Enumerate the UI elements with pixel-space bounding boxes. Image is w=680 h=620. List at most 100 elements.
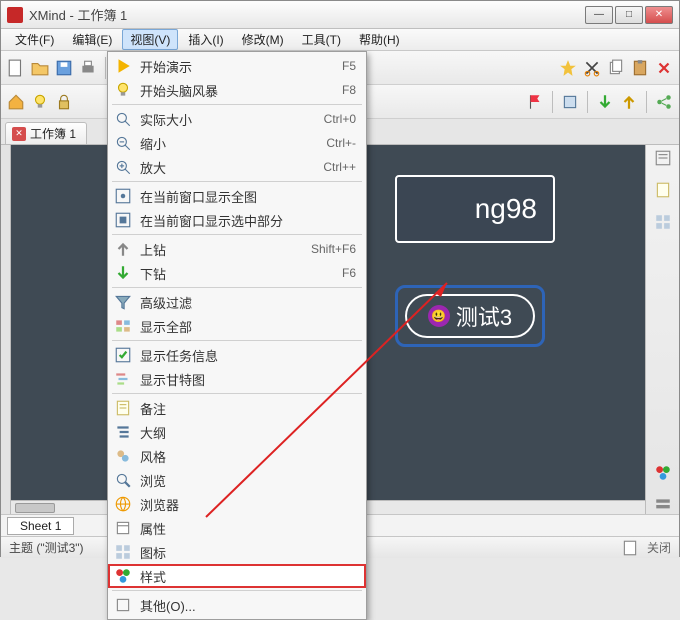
mindmap-root-node[interactable]: ng98 (395, 175, 555, 243)
save-icon[interactable] (55, 59, 73, 77)
menu-item-fit-sel[interactable]: 在当前窗口显示选中部分 (108, 208, 366, 232)
zoom-reset-icon (114, 110, 132, 128)
sheet-tab-label: Sheet 1 (20, 519, 61, 533)
left-gutter (1, 145, 11, 514)
close-button[interactable]: ✕ (645, 6, 673, 24)
menu-item-label: 样式 (140, 567, 348, 586)
fit-sel-icon (114, 211, 132, 229)
menu-insert[interactable]: 插入(I) (180, 29, 231, 50)
menu-tools[interactable]: 工具(T) (294, 29, 349, 50)
doc-tab-close-icon[interactable]: ✕ (12, 127, 26, 141)
lock-icon[interactable] (55, 93, 73, 111)
panel-note-icon[interactable] (654, 181, 672, 199)
toolbar-sep (646, 91, 647, 113)
menu-item-browse[interactable]: 浏览 (108, 468, 366, 492)
minimize-button[interactable]: — (585, 6, 613, 24)
star-icon[interactable] (559, 59, 577, 77)
menu-item-shortcut: F5 (342, 59, 356, 73)
menu-separator (112, 340, 362, 341)
menu-item-show-all[interactable]: 显示全部 (108, 314, 366, 338)
menu-item-note[interactable]: 备注 (108, 396, 366, 420)
menu-modify[interactable]: 修改(M) (234, 29, 292, 50)
menu-item-label: 备注 (140, 399, 348, 418)
bulb-icon (114, 81, 132, 99)
arrow-up-icon[interactable] (620, 93, 638, 111)
zoom-in-icon (114, 158, 132, 176)
menu-item-zoom-out[interactable]: 缩小Ctrl+- (108, 131, 366, 155)
toolbar-sep (587, 91, 588, 113)
zoom-out-icon (114, 134, 132, 152)
menu-item-fit-all[interactable]: 在当前窗口显示全图 (108, 184, 366, 208)
menu-item-outline[interactable]: 大纲 (108, 420, 366, 444)
menu-item-label: 图标 (140, 543, 348, 562)
menu-item-other[interactable]: 其他(O)... (108, 593, 366, 617)
menu-item-label: 风格 (140, 447, 348, 466)
delete-icon[interactable] (655, 59, 673, 77)
panel-outline-icon[interactable] (654, 149, 672, 167)
scrollbar-thumb[interactable] (15, 503, 55, 513)
menu-help[interactable]: 帮助(H) (351, 29, 408, 50)
paste-icon[interactable] (631, 59, 649, 77)
panel-style-icon[interactable] (654, 464, 672, 482)
mindmap-selected-node[interactable]: 😃 测试3 (395, 285, 545, 347)
status-close-label[interactable]: 关闭 (647, 539, 671, 556)
document-tab[interactable]: ✕ 工作簿 1 (5, 122, 87, 144)
menu-item-iconset[interactable]: 图标 (108, 540, 366, 564)
props-icon (114, 519, 132, 537)
play-icon (114, 57, 132, 75)
flag-icon[interactable] (526, 93, 544, 111)
fit-all-icon (114, 187, 132, 205)
menu-item-style2[interactable]: 风格 (108, 444, 366, 468)
menu-item-zoom-reset[interactable]: 实际大小Ctrl+0 (108, 107, 366, 131)
menu-item-label: 显示全部 (140, 317, 348, 336)
menu-item-props[interactable]: 属性 (108, 516, 366, 540)
status-left-text: 主题 ("测试3") (9, 539, 84, 556)
new-icon[interactable] (7, 59, 25, 77)
menu-item-filter[interactable]: 高级过滤 (108, 290, 366, 314)
style-icon (114, 567, 132, 585)
menu-item-gantt[interactable]: 显示甘特图 (108, 367, 366, 391)
menu-file[interactable]: 文件(F) (7, 29, 62, 50)
menu-item-bulb[interactable]: 开始头脑风暴 F8 (108, 78, 366, 102)
other-icon (114, 596, 132, 614)
menu-item-label: 显示甘特图 (140, 370, 348, 389)
menu-separator (112, 181, 362, 182)
menu-item-browser[interactable]: 浏览器 (108, 492, 366, 516)
menu-item-play[interactable]: 开始演示 F5 (108, 54, 366, 78)
bulb-icon[interactable] (31, 93, 49, 111)
gantt-icon (114, 370, 132, 388)
share-icon[interactable] (655, 93, 673, 111)
status-doc-icon[interactable] (621, 539, 639, 557)
menu-edit[interactable]: 编辑(E) (64, 29, 120, 50)
menu-item-label: 浏览器 (140, 495, 348, 514)
menu-item-label: 开始头脑风暴 (140, 81, 334, 100)
print-icon[interactable] (79, 59, 97, 77)
cut-icon[interactable] (583, 59, 601, 77)
menu-item-down[interactable]: 下钻F6 (108, 261, 366, 285)
menu-view[interactable]: 视图(V) (122, 29, 178, 50)
panel-grid-icon[interactable] (654, 213, 672, 231)
sheet-tab[interactable]: Sheet 1 (7, 517, 74, 535)
menu-item-up[interactable]: 上钻Shift+F6 (108, 237, 366, 261)
window-title: XMind - 工作簿 1 (29, 5, 585, 24)
menu-item-zoom-in[interactable]: 放大Ctrl++ (108, 155, 366, 179)
emoji-icon: 😃 (428, 305, 450, 327)
menu-item-label: 在当前窗口显示选中部分 (140, 211, 348, 230)
menu-separator (112, 104, 362, 105)
browser-icon (114, 495, 132, 513)
menu-item-shortcut: F8 (342, 83, 356, 97)
view-dropdown-menu: 开始演示 F5 开始头脑风暴 F8 实际大小Ctrl+0缩小Ctrl+-放大Ctrl++… (107, 51, 367, 620)
menu-separator (112, 287, 362, 288)
menu-item-style[interactable]: 样式 (108, 564, 366, 588)
menu-item-label: 下钻 (140, 264, 334, 283)
menu-item-task[interactable]: 显示任务信息 (108, 343, 366, 367)
panel-format-icon[interactable] (654, 496, 672, 514)
style2-icon (114, 447, 132, 465)
arrow-down-green-icon[interactable] (596, 93, 614, 111)
maximize-button[interactable]: □ (615, 6, 643, 24)
home-icon[interactable] (7, 93, 25, 111)
copy-icon[interactable] (607, 59, 625, 77)
menu-item-label: 开始演示 (140, 57, 334, 76)
box-icon[interactable] (561, 93, 579, 111)
open-icon[interactable] (31, 59, 49, 77)
